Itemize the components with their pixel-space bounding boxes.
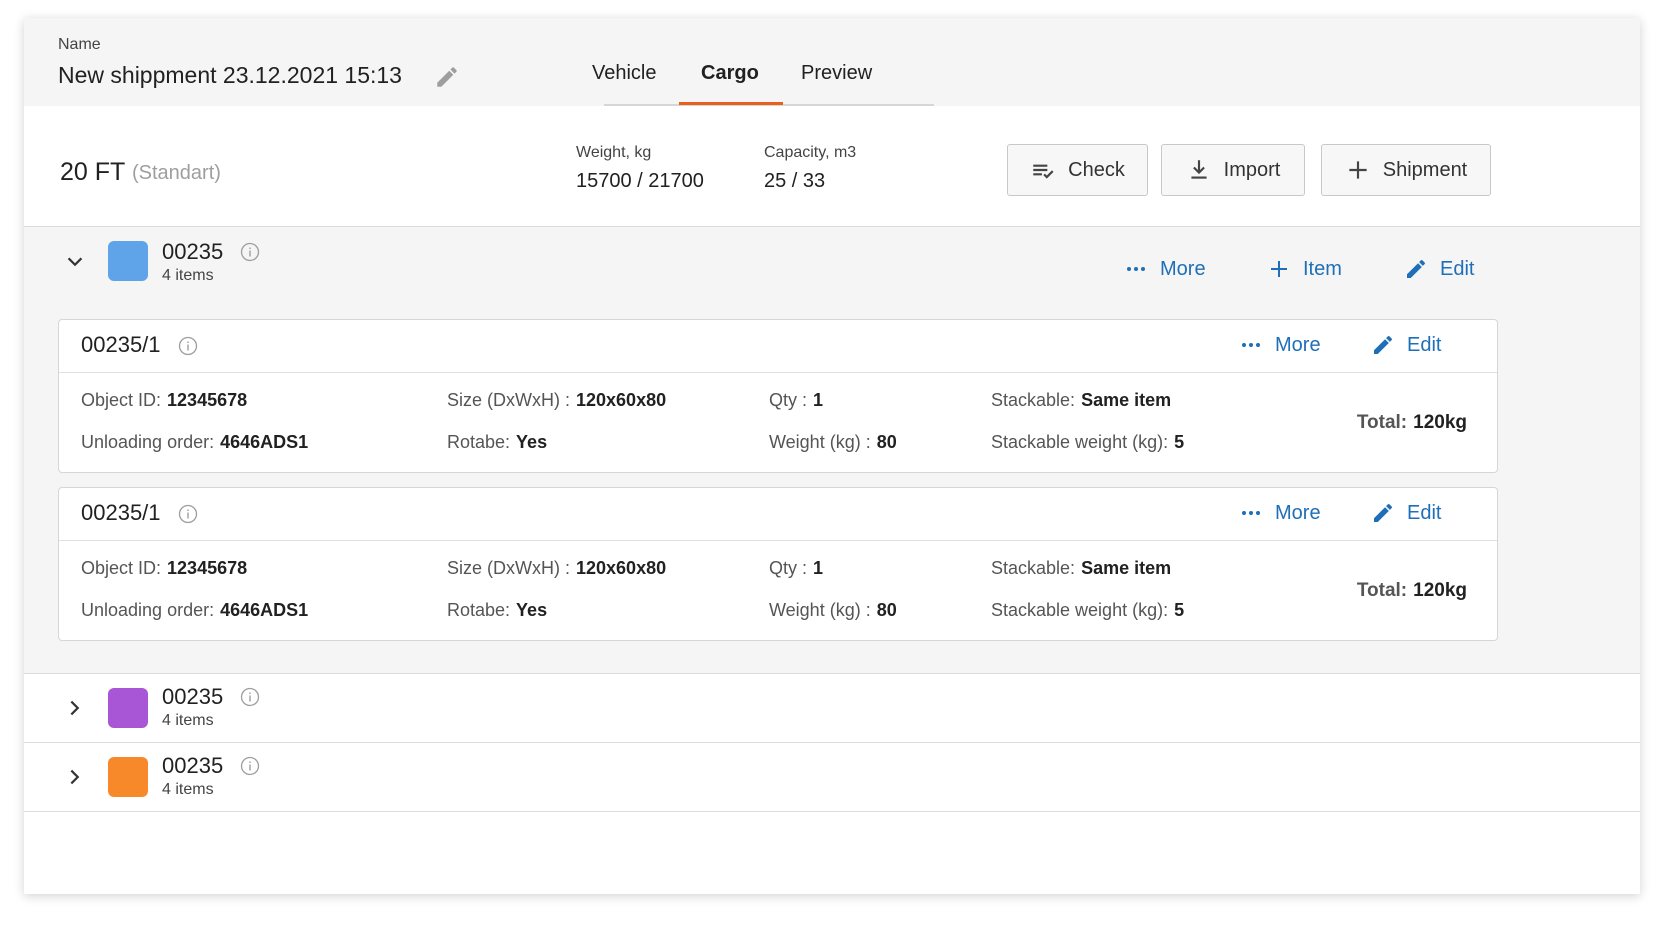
object-id-field: Object ID: 12345678	[81, 390, 248, 410]
info-icon[interactable]	[178, 504, 198, 524]
qty-field: Qty :1	[769, 390, 824, 410]
vehicle-summary: 20 FT (Standart) Weight, kg 15700 / 2170…	[24, 106, 1640, 227]
item-header: 00235/1 More Edit	[59, 320, 1497, 373]
pencil-icon	[1374, 335, 1393, 354]
shipment-card: Name New shippment 23.12.2021 15:13 Vehi…	[24, 18, 1640, 894]
chevron-right-icon[interactable]	[64, 697, 86, 719]
stackable-field: Stackable: Same item	[991, 558, 1172, 578]
group-id: 00235	[162, 239, 224, 264]
stackable-field: Stackable: Same item	[991, 390, 1172, 410]
active-tab-indicator	[679, 102, 783, 105]
tab-cargo[interactable]: Cargo	[701, 62, 759, 85]
more-dots-icon	[1127, 267, 1145, 271]
object-id-field: Object ID: 12345678	[81, 558, 248, 578]
unloading-order-field: Unloading order: 4646ADS1	[81, 432, 309, 452]
group-item-count: 4 items	[162, 712, 214, 729]
import-button[interactable]: Import	[1161, 144, 1305, 196]
name-label: Name	[58, 36, 101, 53]
edit-name-pencil-icon[interactable]	[434, 64, 460, 90]
capacity-value: 25 / 33	[764, 170, 826, 192]
group-more-label: More	[1160, 257, 1206, 280]
info-icon[interactable]	[240, 756, 260, 776]
pencil-icon	[1407, 259, 1426, 278]
group-edit-label: Edit	[1440, 257, 1475, 280]
info-icon[interactable]	[240, 242, 260, 262]
item-edit-label: Edit	[1407, 501, 1442, 524]
add-item-label: Item	[1303, 257, 1342, 280]
stackable-weight-field: Stackable weight (kg): 5	[991, 600, 1185, 620]
cargo-group-expanded: 00235 4 items More Item Edit 00235/1 Mor…	[24, 227, 1640, 674]
shipment-button-label: Shipment	[1382, 158, 1468, 181]
weight-label: Weight, kg	[576, 144, 652, 161]
item-total: Total: 120kg	[1356, 580, 1467, 601]
tab-vehicle[interactable]: Vehicle	[592, 62, 657, 85]
chevron-right-icon[interactable]	[64, 766, 86, 788]
size-field: Size (DxWxH) :120x60x80	[447, 558, 667, 578]
weight-field: Weight (kg) :80	[769, 432, 897, 452]
add-item-button[interactable]: Item	[1267, 257, 1342, 281]
group-color-swatch	[108, 688, 148, 728]
item-total: Total: 120kg	[1356, 412, 1467, 433]
check-button-label: Check	[1068, 158, 1125, 181]
rotabe-field: Rotabe: Yes	[447, 432, 548, 452]
stackable-weight-field: Stackable weight (kg): 5	[991, 432, 1185, 452]
item-more-label: More	[1275, 333, 1321, 356]
weight-value: 15700 / 21700	[576, 170, 704, 192]
cargo-item-card: 00235/1 More Edit Object ID: 12345678 Unl…	[58, 319, 1498, 473]
import-button-label: Import	[1223, 158, 1281, 181]
group-more-button[interactable]: More	[1124, 257, 1206, 281]
more-dots-icon	[1242, 343, 1260, 347]
shipment-header: Name New shippment 23.12.2021 15:13 Vehi…	[24, 18, 1640, 107]
size-field: Size (DxWxH) :120x60x80	[447, 390, 667, 410]
plus-icon	[1271, 261, 1287, 277]
unloading-order-field: Unloading order: 4646ADS1	[81, 600, 309, 620]
group-color-swatch	[108, 757, 148, 797]
tab-preview[interactable]: Preview	[801, 62, 872, 85]
item-id: 00235/1	[81, 500, 161, 525]
plus-icon	[1349, 161, 1367, 179]
checklist-icon	[1033, 164, 1054, 179]
chevron-down-icon[interactable]	[64, 251, 86, 273]
vehicle-title: 20 FT	[60, 158, 126, 186]
add-shipment-button[interactable]: Shipment	[1321, 144, 1491, 196]
item-edit-button[interactable]: Edit	[1371, 501, 1441, 525]
qty-field: Qty :1	[769, 558, 824, 578]
group-color-swatch	[108, 241, 148, 281]
pencil-icon	[1374, 503, 1393, 522]
item-more-button[interactable]: More	[1239, 501, 1321, 525]
item-id: 00235/1	[81, 332, 161, 357]
item-edit-label: Edit	[1407, 333, 1442, 356]
item-header: 00235/1 More Edit	[59, 488, 1497, 541]
group-item-count: 4 items	[162, 267, 214, 284]
group-id: 00235	[162, 684, 224, 709]
info-icon[interactable]	[240, 687, 260, 707]
cargo-group-collapsed[interactable]: 00235 4 items	[24, 743, 1640, 812]
group-id: 00235	[162, 753, 224, 778]
group-edit-button[interactable]: Edit	[1404, 257, 1474, 281]
cargo-group-collapsed[interactable]: 00235 4 items	[24, 674, 1640, 743]
weight-field: Weight (kg) :80	[769, 600, 897, 620]
item-more-button[interactable]: More	[1239, 333, 1321, 357]
shipment-name: New shippment 23.12.2021 15:13	[58, 62, 402, 88]
more-dots-icon	[1242, 511, 1260, 515]
item-more-label: More	[1275, 501, 1321, 524]
info-icon[interactable]	[178, 336, 198, 356]
cargo-item-card: 00235/1 More Edit Object ID: 12345678 Unl…	[58, 487, 1498, 641]
item-edit-button[interactable]: Edit	[1371, 333, 1441, 357]
check-button[interactable]: Check	[1007, 144, 1148, 196]
vehicle-subtitle: (Standart)	[132, 162, 221, 184]
group-item-count: 4 items	[162, 781, 214, 798]
download-icon	[1191, 160, 1207, 179]
rotabe-field: Rotabe: Yes	[447, 600, 548, 620]
capacity-label: Capacity, m3	[764, 144, 857, 161]
